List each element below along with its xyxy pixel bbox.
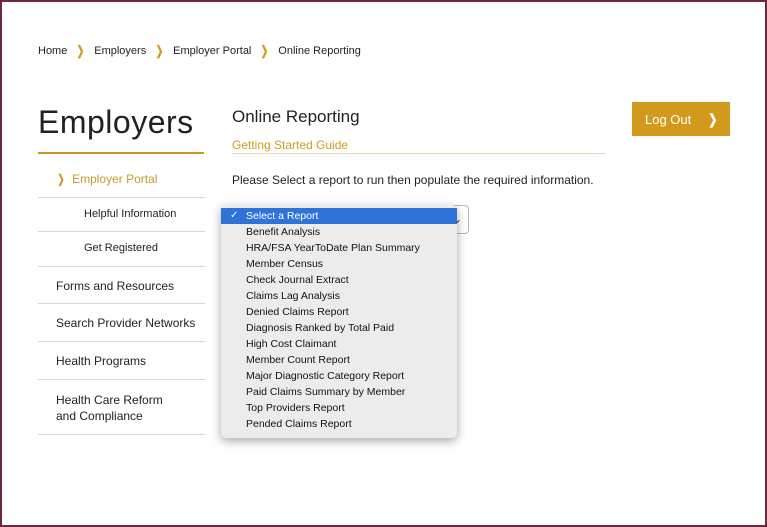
report-option-claims-lag-analysis[interactable]: Claims Lag Analysis [221, 288, 457, 304]
report-option-major-diagnostic[interactable]: Major Diagnostic Category Report [221, 368, 457, 384]
report-option-diagnosis-ranked[interactable]: Diagnosis Ranked by Total Paid [221, 320, 457, 336]
sidebar-item-label: Health Programs [56, 354, 147, 368]
report-option-member-count[interactable]: Member Count Report [221, 352, 457, 368]
sidebar-item-label: Get Registered [84, 242, 158, 254]
sidebar-title-divider [38, 152, 204, 154]
report-option-hra-fsa-ytd[interactable]: HRA/FSA YearToDate Plan Summary [221, 240, 457, 256]
sidebar-item-employer-portal[interactable]: ❯ Employer Portal [38, 162, 205, 198]
sidebar-item-label: Employer Portal [72, 172, 158, 186]
chevron-right-icon: ❯ [155, 43, 164, 58]
breadcrumb: Home ❯ Employers ❯ Employer Portal ❯ Onl… [38, 44, 361, 57]
report-option-member-census[interactable]: Member Census [221, 256, 457, 272]
log-out-label: Log Out [645, 111, 692, 127]
sidebar-item-label: Search Provider Networks [56, 316, 196, 330]
report-dropdown-menu: ✓ Select a Report Benefit Analysis HRA/FS… [221, 205, 457, 438]
chevron-right-icon: ❯ [57, 172, 65, 186]
report-option-pended-claims[interactable]: Pended Claims Report [221, 416, 457, 432]
option-label: Select a Report [246, 210, 319, 222]
report-option-high-cost-claimant[interactable]: High Cost Claimant [221, 336, 457, 352]
breadcrumb-employers[interactable]: Employers [94, 45, 146, 57]
sidebar-item-search-provider-networks[interactable]: Search Provider Networks [38, 304, 205, 342]
breadcrumb-home[interactable]: Home [38, 45, 67, 57]
breadcrumb-employer-portal[interactable]: Employer Portal [173, 45, 251, 57]
report-option-check-journal-extract[interactable]: Check Journal Extract [221, 272, 457, 288]
breadcrumb-current: Online Reporting [278, 44, 361, 57]
chevron-right-icon: ❯ [261, 43, 269, 58]
sidebar-item-health-care-reform[interactable]: Health Care Reform and Compliance [38, 380, 205, 435]
sidebar-item-health-programs[interactable]: Health Programs [38, 342, 205, 380]
sidebar-item-label: Health Care Reform and Compliance [56, 393, 163, 423]
log-out-button[interactable]: Log Out ❯ [632, 102, 730, 136]
chevron-right-icon: ❯ [708, 110, 718, 127]
report-option-paid-claims-summary[interactable]: Paid Claims Summary by Member [221, 384, 457, 400]
report-option-benefit-analysis[interactable]: Benefit Analysis [221, 224, 457, 240]
page-title: Online Reporting [232, 107, 360, 126]
checkmark-icon: ✓ [230, 210, 239, 221]
sidebar-item-forms-and-resources[interactable]: Forms and Resources [38, 267, 205, 304]
instruction-text: Please Select a report to run then popul… [232, 173, 594, 187]
report-option-top-providers[interactable]: Top Providers Report [221, 400, 457, 416]
title-divider [232, 153, 606, 154]
sidebar-item-helpful-information[interactable]: Helpful Information [38, 198, 205, 232]
report-option-denied-claims[interactable]: Denied Claims Report [221, 304, 457, 320]
sidebar-item-label: Forms and Resources [56, 279, 175, 293]
report-option-select-a-report[interactable]: ✓ Select a Report [221, 208, 457, 224]
chevron-right-icon: ❯ [76, 43, 85, 58]
sidebar-item-label: Helpful Information [84, 208, 177, 220]
getting-started-guide-link[interactable]: Getting Started Guide [232, 138, 348, 152]
sidebar-item-get-registered[interactable]: Get Registered [38, 232, 205, 267]
sidebar-title: Employers [38, 104, 194, 140]
